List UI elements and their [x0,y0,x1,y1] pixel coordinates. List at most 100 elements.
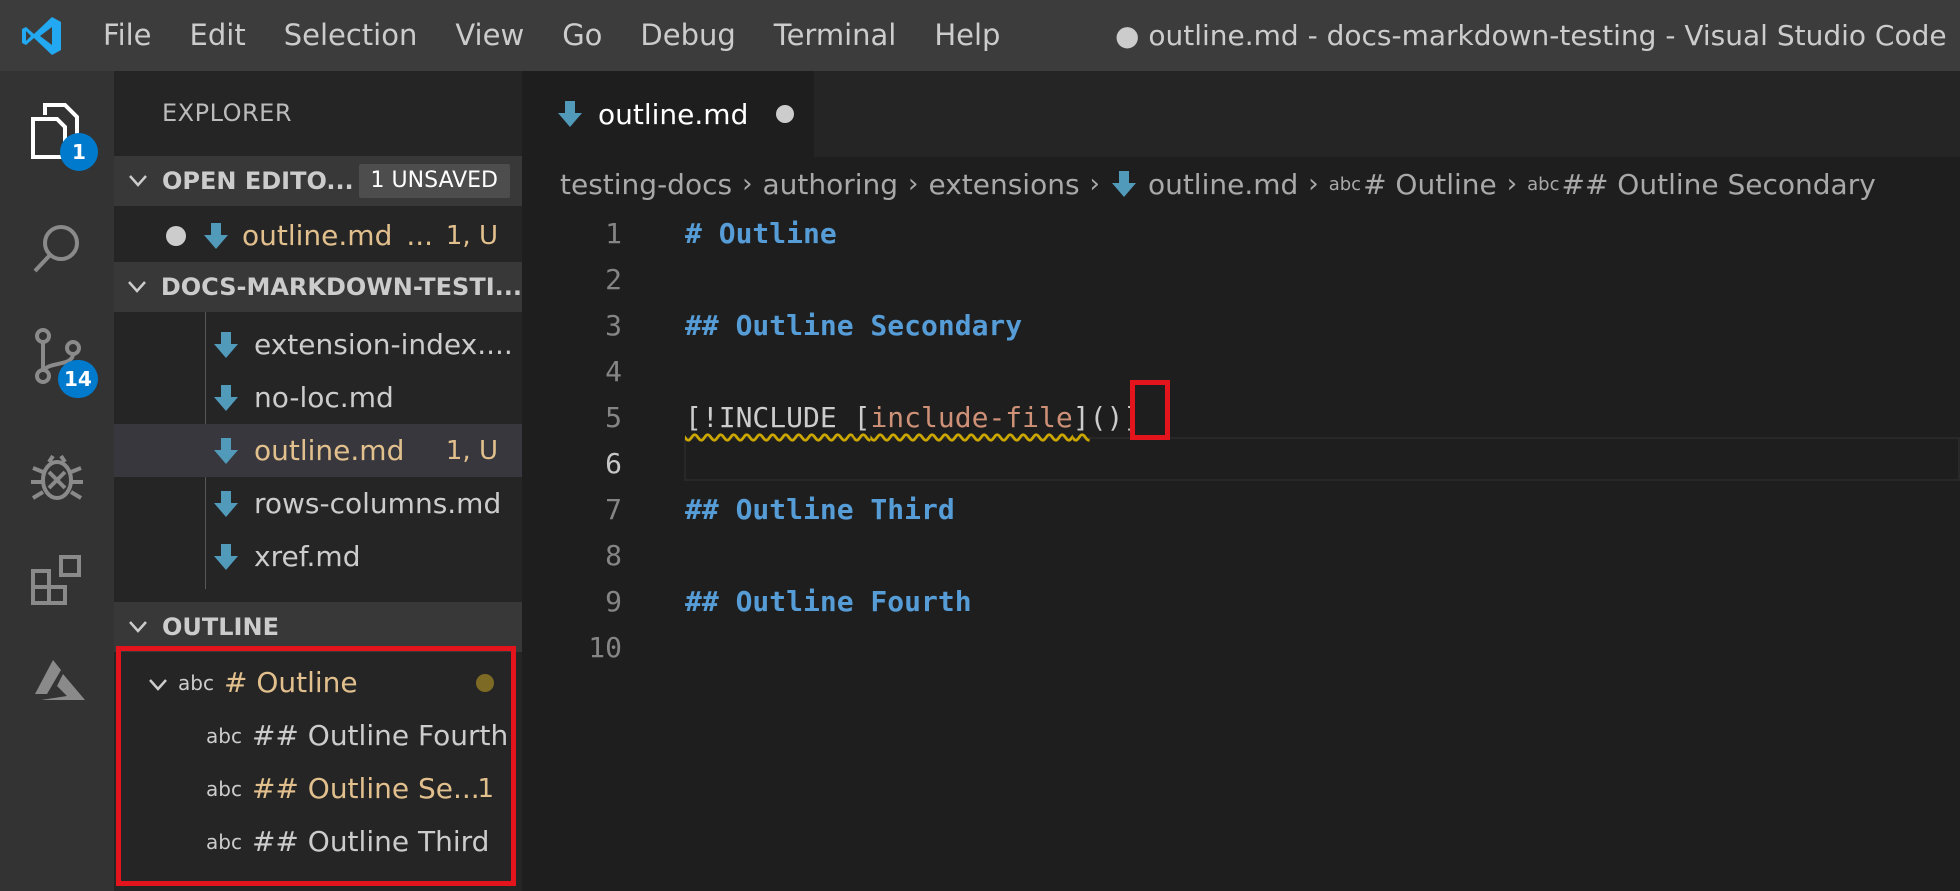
file-item-selected[interactable]: outline.md 1, U [114,424,522,477]
chevron-right-icon: › [1308,169,1319,199]
link-close-bracket: ] [1072,401,1090,434]
tab-label: outline.md [598,97,749,131]
open-editor-filename: outline.md [242,219,393,252]
breadcrumb-item[interactable]: # Outline [1363,168,1497,201]
unsaved-dot-icon[interactable] [776,105,794,123]
open-editors-header[interactable]: OPEN EDITO... 1 UNSAVED [114,156,522,206]
breadcrumb-item[interactable]: outline.md [1148,168,1298,201]
file-name: xref.md [254,540,361,573]
line-number: 4 [605,355,622,388]
menu-file[interactable]: File [84,0,171,71]
link-open-bracket: [ [853,401,871,434]
chevron-right-icon: › [1089,169,1100,199]
line-number: 3 [605,309,622,342]
markdown-file-icon [212,383,240,413]
line-number: 7 [605,493,622,526]
menu-terminal[interactable]: Terminal [755,0,916,71]
code-line: 10 [522,625,1960,671]
markdown-file-icon [212,542,240,572]
chevron-down-icon [114,174,162,188]
line-number: 6 [605,447,622,480]
file-item[interactable]: extension-index.... [114,318,522,371]
tab-outline-md[interactable]: outline.md [522,71,814,157]
markdown-file-icon [212,330,240,360]
include-keyword: [!INCLUDE [685,401,854,434]
empty-parens: () [1089,401,1124,434]
line-text: ## Outline Third [685,493,955,526]
debug-icon[interactable] [0,426,114,526]
outline-label: OUTLINE [162,613,279,641]
open-editor-status: 1, U [445,220,498,251]
link-text: include-file [870,401,1073,434]
outline-header[interactable]: OUTLINE [114,602,522,652]
breadcrumb-item[interactable]: extensions [928,168,1079,201]
code-line: 9 ## Outline Fourth [522,579,1960,625]
breadcrumb: testing-docs › authoring › extensions › … [560,157,1876,211]
chevron-right-icon: › [1506,169,1518,199]
vscode-logo-icon [0,0,84,71]
editor-tab-bar: outline.md [522,71,1960,157]
menu-help[interactable]: Help [915,0,1019,71]
chevron-right-icon: › [742,169,753,199]
unsaved-dot-icon[interactable] [166,225,186,246]
search-icon[interactable] [0,199,114,299]
workspace-label: DOCS-MARKDOWN-TESTI... [160,273,522,301]
file-name: outline.md [254,434,405,467]
menu-debug[interactable]: Debug [621,0,754,71]
menu-selection[interactable]: Selection [265,0,437,71]
file-item[interactable]: xref.md [114,530,522,583]
code-line: 2 [522,257,1960,303]
file-item[interactable]: rows-columns.md [114,477,522,530]
markdown-file-icon [212,436,240,466]
explorer-sidebar: EXPLORER OPEN EDITO... 1 UNSAVED outline… [114,71,522,891]
sidebar-title: EXPLORER [162,99,292,127]
line-text: [!INCLUDE [include-file]()] [685,395,1140,441]
line-number: 8 [605,539,622,572]
explorer-badge: 1 [60,133,98,171]
line-number: 1 [605,217,622,250]
extensions-icon[interactable] [0,531,114,631]
markdown-file-icon [556,99,584,129]
open-editor-path: ... [406,219,434,252]
azure-icon[interactable] [0,631,114,731]
code-line: 4 [522,349,1960,395]
code-line: 8 [522,533,1960,579]
unsaved-badge: 1 UNSAVED [358,164,510,198]
breadcrumb-item[interactable]: ## Outline Secondary [1561,168,1875,201]
markdown-file-icon [212,489,240,519]
open-editor-item-outline[interactable]: outline.md ... 1, U [114,209,522,262]
string-symbol-icon: abc [1527,173,1560,195]
menu-bar: File Edit Selection View Go Debug Termin… [84,0,1019,71]
code-line: 6 [522,441,1960,487]
activity-bar: 1 14 [0,71,114,891]
file-name: extension-index.... [254,328,513,361]
line-number: 9 [605,585,622,618]
chevron-down-icon [114,280,161,294]
open-editors-label: OPEN EDITO... [162,167,354,195]
scm-badge: 14 [58,360,98,398]
markdown-file-icon [202,221,230,251]
line-text: # Outline [685,217,837,250]
breadcrumb-item[interactable]: authoring [762,168,898,201]
code-line: 7 ## Outline Third [522,487,1960,533]
line-text: ## Outline Fourth [685,585,972,618]
menu-edit[interactable]: Edit [171,0,265,71]
file-item[interactable]: no-loc.md [114,371,522,424]
source-control-icon[interactable]: 14 [0,306,114,406]
string-symbol-icon: abc [1328,173,1362,195]
chevron-right-icon: › [908,169,919,199]
breadcrumb-item[interactable]: testing-docs [560,168,732,201]
line-number: 10 [588,631,622,664]
file-name: rows-columns.md [254,487,502,520]
line-number: 2 [605,263,622,296]
menu-view[interactable]: View [436,0,543,71]
outline-highlight-box [116,646,516,886]
chevron-down-icon [114,620,162,634]
file-name: no-loc.md [254,381,394,414]
code-line: 1 # Outline [522,211,1960,257]
workspace-header[interactable]: DOCS-MARKDOWN-TESTI... [114,262,522,312]
parens-highlight-box [1130,380,1170,440]
explorer-icon[interactable]: 1 [0,81,114,181]
code-line: 5 [!INCLUDE [include-file]()] [522,395,1960,441]
menu-go[interactable]: Go [543,0,621,71]
